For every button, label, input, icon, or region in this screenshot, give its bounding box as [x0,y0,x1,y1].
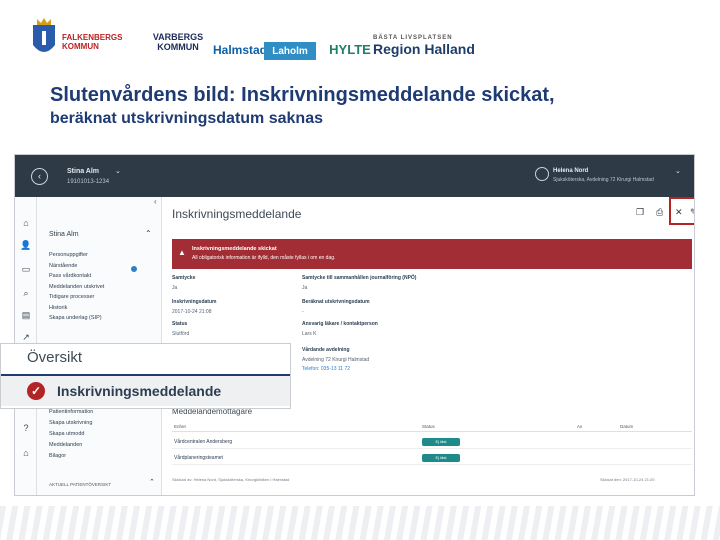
page-title: Inskrivningsmeddelande [172,207,302,221]
samtycke-label: Samtycke [172,275,196,281]
home-icon[interactable]: ⌂ [20,217,32,229]
sidebar-list-secondary: Patientinformation Skapa utskrivning Ska… [49,409,93,464]
graduation-icon[interactable]: ⌂ [20,447,32,459]
sent-date-text: Skickat den: 2017-10-24 21:20 [600,477,655,482]
table-row[interactable]: Vårdplaneringsteamet Ej läst [172,451,692,465]
person-icon[interactable]: 👤 [20,239,32,251]
inskrivningsdatum-label: Inskrivningsdatum [172,299,217,305]
top-bar: ‹ Stina Alm 19101013-1234 ⌄ Helena Nord … [15,155,694,197]
status-value: Slutförd [172,331,190,337]
logo-strip: FALKENBERGS KOMMUN VARBERGS KOMMUN Halms… [28,14,508,70]
overview-item-label: Inskrivningsmeddelande [57,383,222,399]
patient-id: 19101013-1234 [67,179,110,185]
edit-highlight-box [669,197,694,225]
ansvarig-value: Lars K [302,331,317,337]
overview-item[interactable]: ✓ Inskrivningsmeddelande [1,374,290,406]
laholm-logo: Laholm [264,42,316,60]
status-label: Status [172,321,188,327]
copy-icon[interactable]: ❐ [636,207,644,218]
status-badge: Ej läst [422,454,460,462]
user-name[interactable]: Helena Nord [553,168,588,174]
utskrivningsdatum-label: Beräknat utskrivningsdatum [302,299,370,305]
samtycke-value: Ja [172,285,178,291]
sidebar-item[interactable]: Skapa utskrivning [49,420,93,431]
hylte-text: HYLTE [329,41,371,57]
status-badge: Ej läst [422,438,460,446]
overview-title: Översikt [27,349,83,366]
county-crest-logo [28,14,60,68]
falkenberg-logo: FALKENBERGS KOMMUN [62,22,132,62]
varberg-text-2: KOMMUN [157,42,199,52]
utskrivningsdatum-value: - [302,309,304,315]
patient-name[interactable]: Stina Alm [67,168,99,175]
collapse-sidebar-icon[interactable]: ‹ [154,197,157,206]
column-header[interactable]: Enhet [174,424,186,429]
chevron-up-icon[interactable]: ⌃ [149,478,155,486]
region-text: Region Halland [373,41,475,57]
document-icon[interactable]: ▤ [20,309,32,321]
laholm-text: Laholm [272,45,308,57]
alert-banner: ▲ Inskrivningsmeddelande skickat All obl… [172,239,692,269]
sidebar-item[interactable]: Personuppgifter [49,252,104,263]
decorative-stripe [0,506,720,540]
inbox-icon[interactable]: ▭ [20,263,32,275]
notification-dot [131,266,137,272]
app-window: ‹ Stina Alm 19101013-1234 ⌄ Helena Nord … [14,154,695,496]
sidebar-item[interactable]: Bilagor [49,453,93,464]
chevron-down-icon[interactable]: ⌄ [675,167,681,175]
search-icon[interactable]: ⌕ [20,287,32,299]
column-header[interactable]: Av [577,424,582,429]
sidebar-patient-name: Stina Alm [49,231,79,238]
sidebar-item[interactable]: Historik [49,305,104,316]
slide-subtitle: beräknat utskrivningsdatum saknas [50,110,323,127]
recipient-unit: Vårdplaneringsteamet [174,455,223,461]
alert-title: Inskrivningsmeddelande skickat [192,246,277,252]
table-row[interactable]: Vårdcentralen Andersberg Ej läst [172,435,692,449]
sidebar-item[interactable]: Patientinformation [49,409,93,420]
sidebar-item[interactable]: Pass vårdkontakt [49,273,104,284]
falkenberg-text: FALKENBERGS KOMMUN [62,33,123,51]
zoomed-callout: Översikt ✓ Inskrivningsmeddelande [0,343,291,409]
varberg-logo: VARBERGS KOMMUN [138,20,218,64]
enhet-value: Avdelning 72 Kirurgi Halmstad [302,357,370,363]
column-header[interactable]: Datum [620,424,633,429]
sidebar-list: Personuppgifter Närstående Pass vårdkont… [49,252,104,326]
sent-by-text: Skickad av: Helena Nord, Sjuksköterska, … [172,477,290,482]
sidebar-item[interactable]: Skapa underlag (SIP) [49,315,104,326]
journal-label: Samtycke till sammanhållen journalföring… [302,275,417,281]
user-avatar[interactable] [535,167,549,181]
slide-title: Slutenvårdens bild: Inskrivningsmeddelan… [50,84,555,106]
sidebar-item[interactable]: Skapa utmodd [49,431,93,442]
sidebar-item[interactable]: Närstående [49,263,104,274]
sidebar-footer[interactable]: AKTUELL PATIENTÖVERSIKT [49,482,111,487]
chevron-down-icon[interactable]: ⌄ [115,167,121,175]
warning-icon: ▲ [178,248,186,257]
halmstad-logo: Halmstad [212,40,268,60]
sidebar-item[interactable]: Meddelanden utskrivet [49,284,104,295]
checkmark-icon: ✓ [27,382,45,400]
user-unit: Sjuksköterska, Avdelning 72 Kirurgi Halm… [553,177,654,183]
halmstad-text: Halmstad [212,43,268,57]
column-header[interactable]: Status [422,424,435,429]
chevron-up-icon[interactable]: ⌃ [145,229,152,238]
hylte-logo: HYLTE [320,36,380,62]
alert-body: All obligatorisk information är ifylld, … [192,255,336,261]
telefon-link[interactable]: Telefon: 035-13 11 72 [302,366,350,372]
region-halland-logo: BÄSTA LIVSPLATSEN Region Halland [373,28,493,64]
chart-icon[interactable]: ↗ [20,331,32,343]
ansvarig-label: Ansvarig läkare / kontaktperson [302,321,378,327]
journal-value: Ja [302,285,308,291]
print-icon[interactable]: ⎙ [656,207,663,218]
table-header: Enhet Status Av Datum [172,422,692,432]
inskrivningsdatum-value: 2017-10-24 21:08 [172,309,212,315]
varberg-text-1: VARBERGS [152,32,204,42]
sidebar-item[interactable]: Meddelanden [49,442,93,453]
help-icon[interactable]: ? [20,422,32,434]
enhet-label: Vårdande avdelning [302,347,350,353]
recipient-unit: Vårdcentralen Andersberg [174,439,233,445]
sidebar-item[interactable]: Tidigare processer [49,294,104,305]
back-button[interactable]: ‹ [31,168,48,185]
crest-icon [33,18,55,52]
